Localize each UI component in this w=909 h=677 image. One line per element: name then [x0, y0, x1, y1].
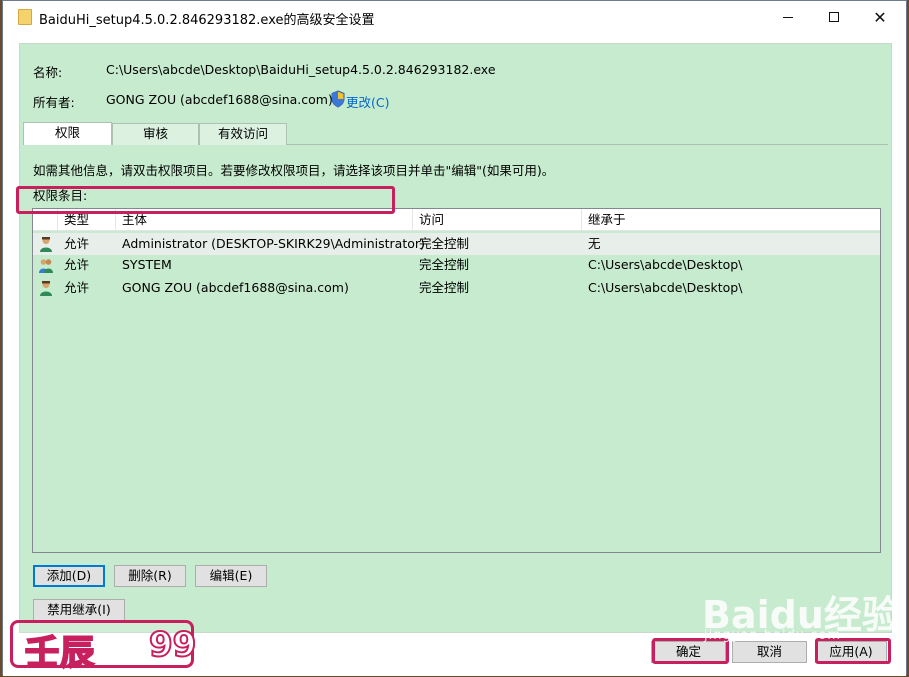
entry-inherited-from: C:\Users\abcde\Desktop\ [588, 280, 743, 295]
remove-button[interactable]: 删除(R) [114, 565, 186, 587]
entry-principal: SYSTEM [122, 257, 172, 272]
apply-button[interactable]: 应用(A) [815, 641, 887, 663]
column-header-access[interactable]: 访问 [413, 209, 582, 231]
title-bar[interactable]: BaiduHi_setup4.5.0.2.846293182.exe的高级安全设… [3, 1, 906, 33]
column-header-type[interactable]: 类型 [58, 209, 116, 231]
entry-type: 允许 [64, 280, 90, 295]
name-label: 名称: [33, 65, 63, 80]
entry-type: 允许 [64, 236, 90, 251]
permission-entries-list[interactable]: 类型 主体 访问 继承于 允许 Administrator (DESKTOP-S… [32, 208, 881, 553]
stamp-text: 壬辰 [24, 632, 95, 674]
column-header-principal[interactable]: 主体 [116, 209, 413, 231]
change-owner-link[interactable]: 更改(C) [346, 92, 389, 111]
entry-access: 完全控制 [419, 280, 470, 295]
entry-principal: GONG ZOU (abcdef1688@sina.com) [122, 280, 349, 295]
user-icon [40, 281, 52, 296]
close-icon: ✕ [873, 7, 887, 27]
instructions-text: 如需其他信息，请双击权限项目。若要修改权限项目，请选择该项目并单击"编辑"(如果… [33, 163, 555, 178]
shield-icon [331, 90, 345, 108]
add-button[interactable]: 添加(D) [33, 565, 105, 587]
permission-row[interactable]: 允许 Administrator (DESKTOP-SKIRK29\Admini… [33, 233, 880, 255]
tab-effective-access[interactable]: 有效访问 [199, 123, 287, 145]
list-header: 类型 主体 访问 继承于 [33, 209, 880, 231]
edit-button[interactable]: 编辑(E) [195, 565, 267, 587]
owner-label: 所有者: [33, 95, 75, 110]
close-button[interactable]: ✕ [857, 1, 903, 33]
name-value: C:\Users\abcde\Desktop\BaiduHi_setup4.5.… [106, 62, 496, 77]
folder-icon [18, 9, 32, 25]
disable-inheritance-button[interactable]: 禁用继承(I) [33, 599, 125, 621]
entry-access: 完全控制 [419, 236, 470, 251]
entry-inherited-from: 无 [588, 236, 601, 251]
author-stamp: 壬辰 99 [10, 620, 197, 674]
advanced-security-settings-window: BaiduHi_setup4.5.0.2.846293182.exe的高级安全设… [2, 0, 907, 676]
window-title: BaiduHi_setup4.5.0.2.846293182.exe的高级安全设… [39, 13, 375, 28]
minimize-button[interactable] [765, 1, 811, 33]
settings-panel: 名称: C:\Users\abcde\Desktop\BaiduHi_setup… [19, 43, 892, 633]
maximize-button[interactable] [811, 1, 857, 33]
group-icon [39, 259, 53, 273]
permission-row[interactable]: 允许 GONG ZOU (abcdef1688@sina.com) 完全控制 C… [33, 277, 880, 299]
entry-access: 完全控制 [419, 257, 470, 272]
entry-principal: Administrator (DESKTOP-SKIRK29\Administr… [122, 236, 425, 251]
permission-row[interactable]: 允许 SYSTEM 完全控制 C:\Users\abcde\Desktop\ [33, 254, 880, 276]
tab-permissions[interactable]: 权限 [23, 122, 112, 145]
maximize-icon [829, 12, 839, 22]
entry-type: 允许 [64, 257, 90, 272]
minimize-icon [783, 16, 793, 18]
user-icon [40, 237, 52, 252]
permission-entries-label: 权限条目: [33, 188, 88, 203]
owner-value: GONG ZOU (abcdef1688@sina.com) [106, 92, 333, 107]
entry-inherited-from: C:\Users\abcde\Desktop\ [588, 257, 743, 272]
column-header-icon[interactable] [33, 209, 58, 231]
stamp-number: 99 [148, 624, 197, 666]
cancel-button[interactable]: 取消 [732, 641, 807, 663]
ok-button[interactable]: 确定 [651, 641, 726, 663]
tab-auditing[interactable]: 审核 [112, 123, 199, 145]
column-header-inherited-from[interactable]: 继承于 [582, 209, 881, 231]
